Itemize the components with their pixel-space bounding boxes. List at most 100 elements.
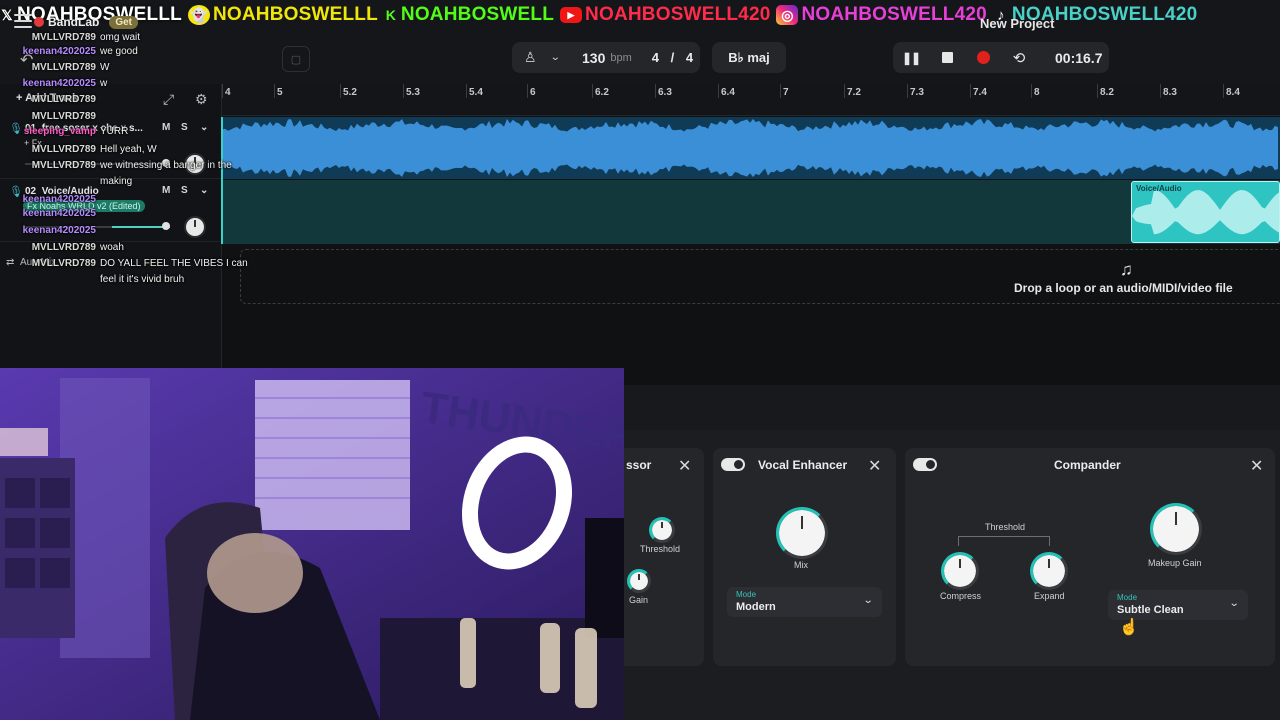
vocal-enhancer-card: Vocal Enhancer ✕ Mix Mode Modern ⌄ — [713, 448, 896, 666]
pan-knob[interactable] — [186, 218, 204, 236]
undo-icon[interactable]: ↶ — [20, 50, 33, 70]
music-note-icon: ♫ — [1120, 260, 1133, 279]
ruler-tick-label: 7 — [783, 87, 789, 98]
compressor-title: ssor — [626, 458, 652, 472]
bandlab-studio-screen: 𝕏 NOAHBOSWELLL 👻 NOAHBOSWELLL K NOAHBOSWELL ▶ N… — [0, 0, 1280, 720]
automix-button[interactable]: ⇄ AutoMix — [6, 257, 56, 268]
makeup-gain-knob[interactable] — [1150, 503, 1202, 555]
add-track-button[interactable]: + Add Track — [16, 92, 78, 104]
pan-knob[interactable] — [186, 155, 204, 173]
ruler-tick-label: 8.4 — [1226, 87, 1240, 98]
track-1-lane[interactable] — [222, 117, 1280, 179]
social-handle: NOAHBOSWELL — [400, 4, 555, 25]
ruler-tick — [592, 84, 593, 98]
transport-controls: ❚❚ ⟲ 00:16.7 — [893, 42, 1109, 73]
effects-panel-header — [624, 385, 1280, 430]
close-icon[interactable]: ✕ — [1250, 456, 1263, 476]
disabled-tool-button[interactable]: ▢ — [282, 46, 310, 72]
webcam-feed: THUNDER — [0, 368, 624, 720]
compress-label: Compress — [940, 591, 982, 601]
vocal-mode-dropdown[interactable]: Mode Modern ⌄ — [727, 587, 882, 617]
gain-knob[interactable] — [627, 569, 651, 593]
ruler-tick — [222, 84, 223, 98]
ruler-tick-label: 8.2 — [1100, 87, 1114, 98]
track-2-title: 02 Voice/Audio — [25, 186, 99, 197]
waveform-shape — [222, 119, 1278, 177]
ruler-tick-label: 6.4 — [721, 87, 735, 98]
ruler-tick-label: 8 — [1034, 87, 1040, 98]
time-signature[interactable]: 4 / 4 — [652, 50, 697, 65]
compress-knob[interactable] — [941, 552, 979, 590]
solo-button[interactable]: S — [181, 122, 188, 133]
ruler-tick — [274, 84, 275, 98]
logo-text: BandLab — [48, 15, 100, 29]
mix-label: Mix — [794, 560, 808, 570]
chevron-down-icon[interactable]: ⌄ — [200, 185, 208, 196]
threshold-label: Threshold — [640, 544, 681, 554]
pause-icon[interactable]: ❚❚ — [893, 42, 929, 73]
ruler-tick-label: 6 — [530, 87, 536, 98]
bandlab-logo[interactable]: BandLab Get — [34, 15, 139, 29]
key-button[interactable]: B♭ maj — [712, 42, 786, 73]
ruler-tick-label: 5.4 — [469, 87, 483, 98]
playhead[interactable] — [221, 117, 223, 244]
mic-icon: 🎙 — [9, 123, 23, 135]
bandlab-logo-icon — [34, 17, 44, 27]
chevron-down-icon[interactable]: ⌄ — [550, 52, 568, 63]
track-2-lane[interactable] — [222, 180, 1280, 244]
menu-icon[interactable] — [14, 14, 32, 32]
solo-button[interactable]: S — [181, 185, 188, 196]
mute-button[interactable]: M — [162, 185, 170, 196]
stop-icon[interactable] — [929, 42, 965, 73]
ruler-tick — [1031, 84, 1032, 98]
track-1-waveform — [222, 119, 1278, 177]
chevron-down-icon[interactable]: ⌄ — [200, 122, 208, 133]
social-handle: NOAHBOSWELLL — [212, 4, 378, 25]
get-button[interactable]: Get — [109, 15, 139, 29]
compander-card: Compander ✕ Threshold Compress Expand Ma… — [905, 448, 1275, 666]
volume-fader[interactable] — [25, 159, 170, 167]
time-display: 00:16.7 — [1055, 49, 1103, 66]
loop-icon[interactable]: ⟲ — [1001, 42, 1037, 73]
expand-knob[interactable] — [1030, 552, 1068, 590]
ruler-tick-label: 5 — [277, 87, 283, 98]
gain-label: Gain — [629, 595, 649, 605]
lamp — [0, 428, 48, 456]
drop-zone-text: Drop a loop or an audio/MIDI/video file — [1014, 281, 1233, 295]
automation-icon[interactable]: ⤢ — [163, 91, 174, 108]
mic-icon: 🎙 — [9, 186, 23, 198]
ruler-tick-label: 8.3 — [1163, 87, 1177, 98]
social-kick: K NOAHBOSWELL — [384, 4, 554, 26]
ruler-tick — [466, 84, 467, 98]
vocal-enhancer-title: Vocal Enhancer — [758, 458, 848, 472]
compander-mode-dropdown[interactable]: Mode Subtle Clean ⌄ — [1108, 590, 1248, 620]
tempo-value[interactable]: 130 — [582, 50, 605, 66]
timeline-ruler[interactable]: 4 5 5.2 5.3 5.4 6 6.2 6.3 6.4 7 7.2 7.3 7.4 8 8.2 8.3 8.… — [222, 84, 1280, 116]
voice-audio-clip[interactable]: Voice/Audio — [1131, 181, 1280, 243]
track-header-1[interactable]: 🎙 01 free soser x che x s... M S ⌄ + Fx — [0, 117, 222, 179]
close-icon[interactable]: ✕ — [868, 456, 881, 476]
ruler-tick — [844, 84, 845, 98]
threshold-bracket — [958, 536, 1050, 546]
project-title[interactable]: New Project — [980, 16, 1054, 31]
mode-value: Subtle Clean — [1117, 604, 1184, 616]
metronome-icon[interactable]: ♙ — [524, 49, 540, 66]
compander-toggle[interactable] — [913, 458, 937, 471]
mixer-icon[interactable]: ⚙ — [195, 91, 208, 108]
vocal-enhancer-toggle[interactable] — [721, 458, 745, 471]
track-header-2[interactable]: 🎙 02 Voice/Audio M S ⌄ Fx Noahs WRLD v2 … — [0, 180, 222, 242]
fx-preset-chip[interactable]: Fx Noahs WRLD v2 (Edited) — [23, 200, 145, 212]
ruler-tick-label: 7.4 — [973, 87, 987, 98]
threshold-knob[interactable] — [649, 517, 675, 543]
mix-knob[interactable] — [776, 507, 828, 559]
mouse-cursor-icon: ☝ — [1119, 619, 1139, 636]
clip-label: Voice/Audio — [1136, 184, 1182, 193]
ruler-tick-label: 7.2 — [847, 87, 861, 98]
volume-fader[interactable] — [25, 222, 170, 230]
add-fx-button[interactable]: + Fx — [24, 138, 42, 148]
mute-button[interactable]: M — [162, 122, 170, 133]
chevron-down-icon: ⌄ — [862, 595, 874, 606]
ruler-tick — [1097, 84, 1098, 98]
record-icon[interactable] — [965, 42, 1001, 73]
close-icon[interactable]: ✕ — [678, 456, 691, 476]
